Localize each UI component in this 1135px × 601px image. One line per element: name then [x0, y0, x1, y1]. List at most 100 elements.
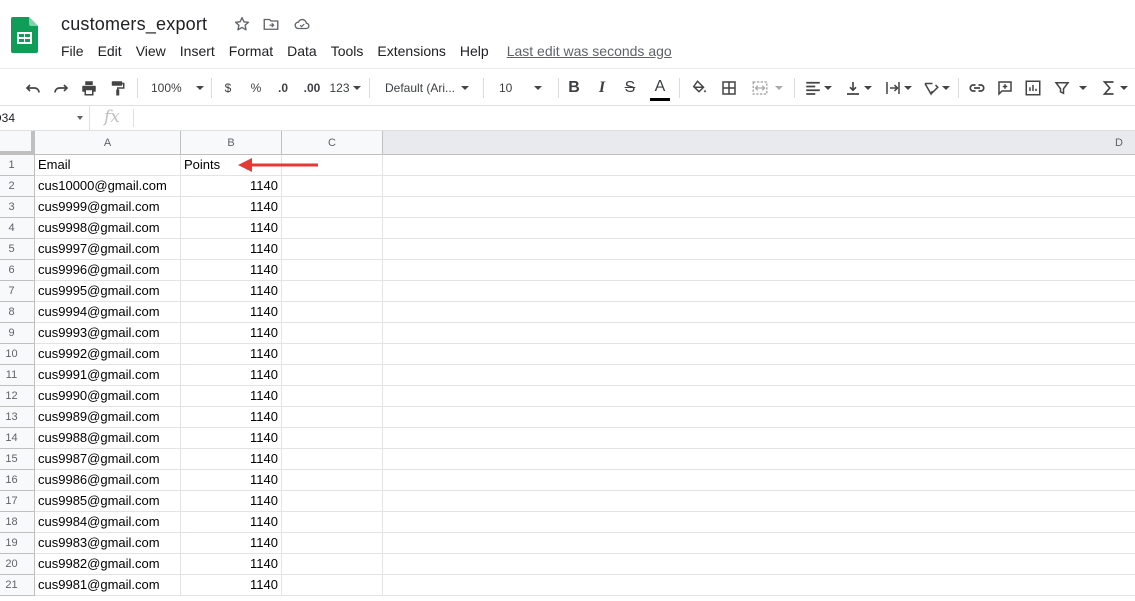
empty-cell[interactable]: [383, 533, 1135, 554]
row-header[interactable]: 18: [0, 512, 35, 533]
text-wrapping-button[interactable]: [880, 69, 916, 106]
points-cell[interactable]: 1140: [181, 323, 282, 344]
empty-cell[interactable]: [383, 197, 1135, 218]
points-cell[interactable]: 1140: [181, 218, 282, 239]
print-button[interactable]: [76, 69, 102, 106]
empty-cell[interactable]: [383, 470, 1135, 491]
email-cell[interactable]: cus9987@gmail.com: [35, 449, 181, 470]
email-cell[interactable]: cus9990@gmail.com: [35, 386, 181, 407]
redo-button[interactable]: [48, 69, 74, 106]
font-family-select[interactable]: Default (Ari...: [380, 69, 476, 106]
points-cell[interactable]: 1140: [181, 239, 282, 260]
undo-button[interactable]: [20, 69, 46, 106]
empty-cell[interactable]: [282, 323, 383, 344]
row-header[interactable]: 20: [0, 554, 35, 575]
empty-cell[interactable]: [383, 449, 1135, 470]
row-header[interactable]: 2: [0, 176, 35, 197]
email-cell[interactable]: cus9993@gmail.com: [35, 323, 181, 344]
email-cell[interactable]: cus9989@gmail.com: [35, 407, 181, 428]
empty-cell[interactable]: [282, 386, 383, 407]
empty-cell[interactable]: [282, 176, 383, 197]
row-header[interactable]: 3: [0, 197, 35, 218]
borders-button[interactable]: [717, 69, 741, 106]
empty-cell[interactable]: [282, 575, 383, 596]
email-cell[interactable]: cus9984@gmail.com: [35, 512, 181, 533]
cloud-status-icon[interactable]: [293, 15, 311, 33]
italic-button[interactable]: I: [591, 69, 613, 106]
decrease-decimal-button[interactable]: .0: [272, 69, 294, 106]
empty-cell[interactable]: [282, 491, 383, 512]
row-header[interactable]: 15: [0, 449, 35, 470]
empty-cell[interactable]: [383, 302, 1135, 323]
email-cell[interactable]: cus9995@gmail.com: [35, 281, 181, 302]
filter-button[interactable]: [1050, 69, 1090, 106]
points-cell[interactable]: 1140: [181, 365, 282, 386]
email-cell[interactable]: cus9982@gmail.com: [35, 554, 181, 575]
email-cell[interactable]: cus9991@gmail.com: [35, 365, 181, 386]
points-cell[interactable]: 1140: [181, 470, 282, 491]
row-header[interactable]: 1: [0, 155, 35, 176]
menu-file[interactable]: File: [54, 41, 91, 61]
empty-cell[interactable]: [282, 449, 383, 470]
empty-cell[interactable]: [383, 176, 1135, 197]
menu-format[interactable]: Format: [222, 41, 280, 61]
last-edit-link[interactable]: Last edit was seconds ago: [507, 43, 672, 59]
empty-cell[interactable]: [282, 344, 383, 365]
column-header-b[interactable]: B: [181, 131, 282, 155]
paint-format-button[interactable]: [104, 69, 130, 106]
email-cell[interactable]: cus9996@gmail.com: [35, 260, 181, 281]
percent-format-button[interactable]: %: [246, 69, 266, 106]
column-header-d[interactable]: D: [383, 131, 1135, 155]
column-header-c[interactable]: C: [282, 131, 383, 155]
row-header[interactable]: 8: [0, 302, 35, 323]
empty-cell[interactable]: [383, 260, 1135, 281]
email-header-cell[interactable]: Email: [35, 155, 181, 176]
email-cell[interactable]: cus9997@gmail.com: [35, 239, 181, 260]
empty-cell[interactable]: [383, 323, 1135, 344]
empty-cell[interactable]: [383, 512, 1135, 533]
insert-chart-button[interactable]: [1021, 69, 1045, 106]
empty-cell[interactable]: [383, 218, 1135, 239]
row-header[interactable]: 19: [0, 533, 35, 554]
document-title[interactable]: customers_export: [61, 14, 207, 35]
email-cell[interactable]: cus9981@gmail.com: [35, 575, 181, 596]
zoom-select[interactable]: 100%: [146, 69, 206, 106]
row-header[interactable]: 6: [0, 260, 35, 281]
increase-decimal-button[interactable]: .00: [300, 69, 324, 106]
points-cell[interactable]: 1140: [181, 428, 282, 449]
menu-data[interactable]: Data: [280, 41, 324, 61]
empty-cell[interactable]: [282, 239, 383, 260]
row-header[interactable]: 4: [0, 218, 35, 239]
empty-cell[interactable]: [282, 218, 383, 239]
row-header[interactable]: 5: [0, 239, 35, 260]
formula-input[interactable]: [140, 106, 1135, 130]
more-formats-button[interactable]: 123: [328, 69, 362, 106]
points-cell[interactable]: 1140: [181, 302, 282, 323]
empty-cell[interactable]: [383, 281, 1135, 302]
font-size-select[interactable]: 10: [492, 69, 552, 106]
empty-cell[interactable]: [282, 428, 383, 449]
insert-comment-button[interactable]: [993, 69, 1017, 106]
merge-cells-button[interactable]: [745, 69, 789, 106]
empty-cell[interactable]: [282, 470, 383, 491]
empty-cell[interactable]: [282, 533, 383, 554]
strikethrough-button[interactable]: S: [619, 69, 641, 106]
empty-cell[interactable]: [282, 281, 383, 302]
text-color-button[interactable]: A: [647, 69, 673, 106]
points-cell[interactable]: 1140: [181, 491, 282, 512]
email-cell[interactable]: cus10000@gmail.com: [35, 176, 181, 197]
empty-cell[interactable]: [282, 302, 383, 323]
name-box[interactable]: D34: [0, 106, 90, 130]
email-cell[interactable]: cus9998@gmail.com: [35, 218, 181, 239]
row-header[interactable]: 17: [0, 491, 35, 512]
row-header[interactable]: 11: [0, 365, 35, 386]
menu-edit[interactable]: Edit: [91, 41, 129, 61]
points-cell[interactable]: 1140: [181, 533, 282, 554]
empty-cell[interactable]: [383, 386, 1135, 407]
row-header[interactable]: 12: [0, 386, 35, 407]
row-header[interactable]: 7: [0, 281, 35, 302]
sheets-logo-icon[interactable]: [11, 17, 38, 53]
empty-cell[interactable]: [383, 407, 1135, 428]
empty-cell[interactable]: [383, 155, 1135, 176]
empty-cell[interactable]: [383, 575, 1135, 596]
